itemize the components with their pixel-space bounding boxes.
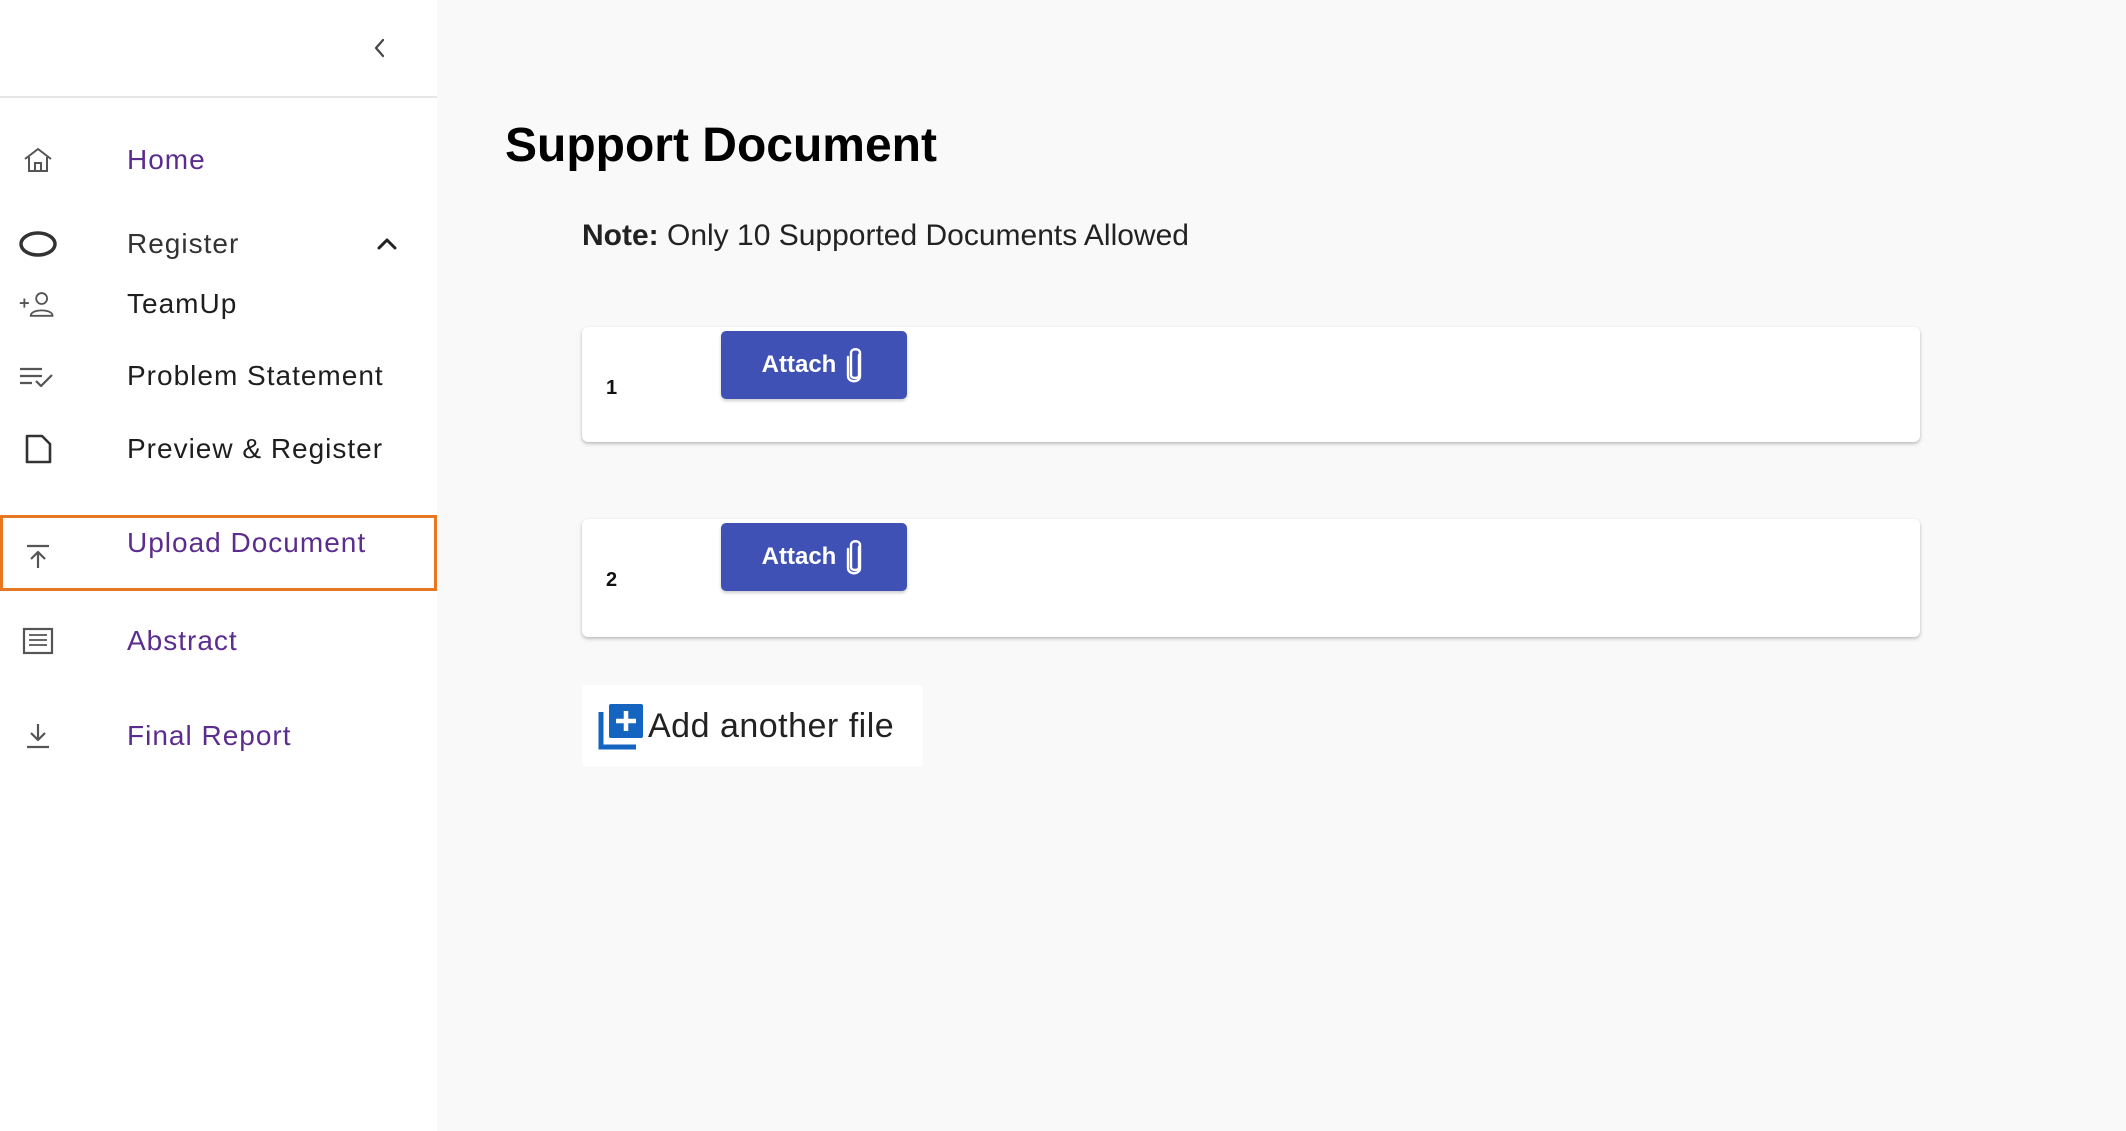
note-prefix: Note:	[582, 219, 659, 252]
paperclip-icon	[847, 540, 862, 575]
collapse-sidebar-button[interactable]	[364, 28, 396, 68]
app: Home Register TeamUp Problem Statement P…	[0, 0, 2126, 1131]
upload-icon	[18, 539, 58, 573]
sidebar-item-label: Upload Document	[127, 527, 367, 558]
sidebar-item-register[interactable]: Register	[0, 214, 437, 274]
attach-button[interactable]: Attach	[721, 331, 907, 399]
sidebar-header	[0, 0, 437, 98]
add-person-icon	[18, 287, 58, 321]
page-title: Support Document	[505, 119, 937, 172]
sidebar-item-preview-register[interactable]: Preview & Register	[0, 419, 437, 479]
sidebar-item-teamup[interactable]: TeamUp	[0, 274, 437, 334]
paperclip-icon	[847, 348, 862, 383]
document-number: 2	[606, 569, 618, 591]
sidebar-item-home[interactable]: Home	[0, 130, 437, 190]
attach-label: Attach	[761, 543, 837, 570]
document-card-2: 2 Attach	[582, 519, 1920, 637]
chevron-up-icon[interactable]	[372, 229, 402, 259]
sidebar-item-label: Problem Statement	[127, 360, 384, 391]
home-icon	[18, 143, 58, 177]
sidebar-item-abstract[interactable]: Abstract	[0, 611, 437, 671]
sidebar: Home Register TeamUp Problem Statement P…	[0, 0, 437, 1131]
sidebar-item-label: TeamUp	[127, 288, 238, 319]
sidebar-item-label: Final Report	[127, 720, 292, 751]
document-number: 1	[606, 377, 618, 399]
sidebar-item-label: Register	[127, 228, 240, 259]
sidebar-item-upload-document[interactable]: Upload Document	[0, 515, 437, 591]
list-box-icon	[18, 624, 58, 658]
sidebar-item-label: Preview & Register	[127, 433, 384, 464]
main-content: Support Document Note: Only 10 Supported…	[437, 0, 2126, 1131]
note-text: Note: Only 10 Supported Documents Allowe…	[582, 219, 1189, 253]
add-to-library-icon	[598, 702, 646, 750]
attach-label: Attach	[761, 351, 837, 378]
chevron-left-icon	[374, 38, 385, 58]
document-card-1: 1 Attach	[582, 327, 1920, 442]
sidebar-item-label: Abstract	[127, 625, 238, 656]
download-icon	[18, 719, 58, 753]
sidebar-item-final-report[interactable]: Final Report	[0, 706, 437, 766]
add-another-file-button[interactable]: Add another file	[582, 685, 923, 767]
checklist-icon	[18, 359, 58, 393]
sidebar-item-label: Home	[127, 144, 206, 175]
add-another-file-label: Add another file	[648, 706, 895, 745]
attach-button[interactable]: Attach	[721, 523, 907, 591]
note-body: Only 10 Supported Documents Allowed	[658, 219, 1189, 252]
circle-icon	[18, 227, 58, 261]
document-icon	[18, 432, 58, 466]
sidebar-item-problem-statement[interactable]: Problem Statement	[0, 346, 437, 406]
